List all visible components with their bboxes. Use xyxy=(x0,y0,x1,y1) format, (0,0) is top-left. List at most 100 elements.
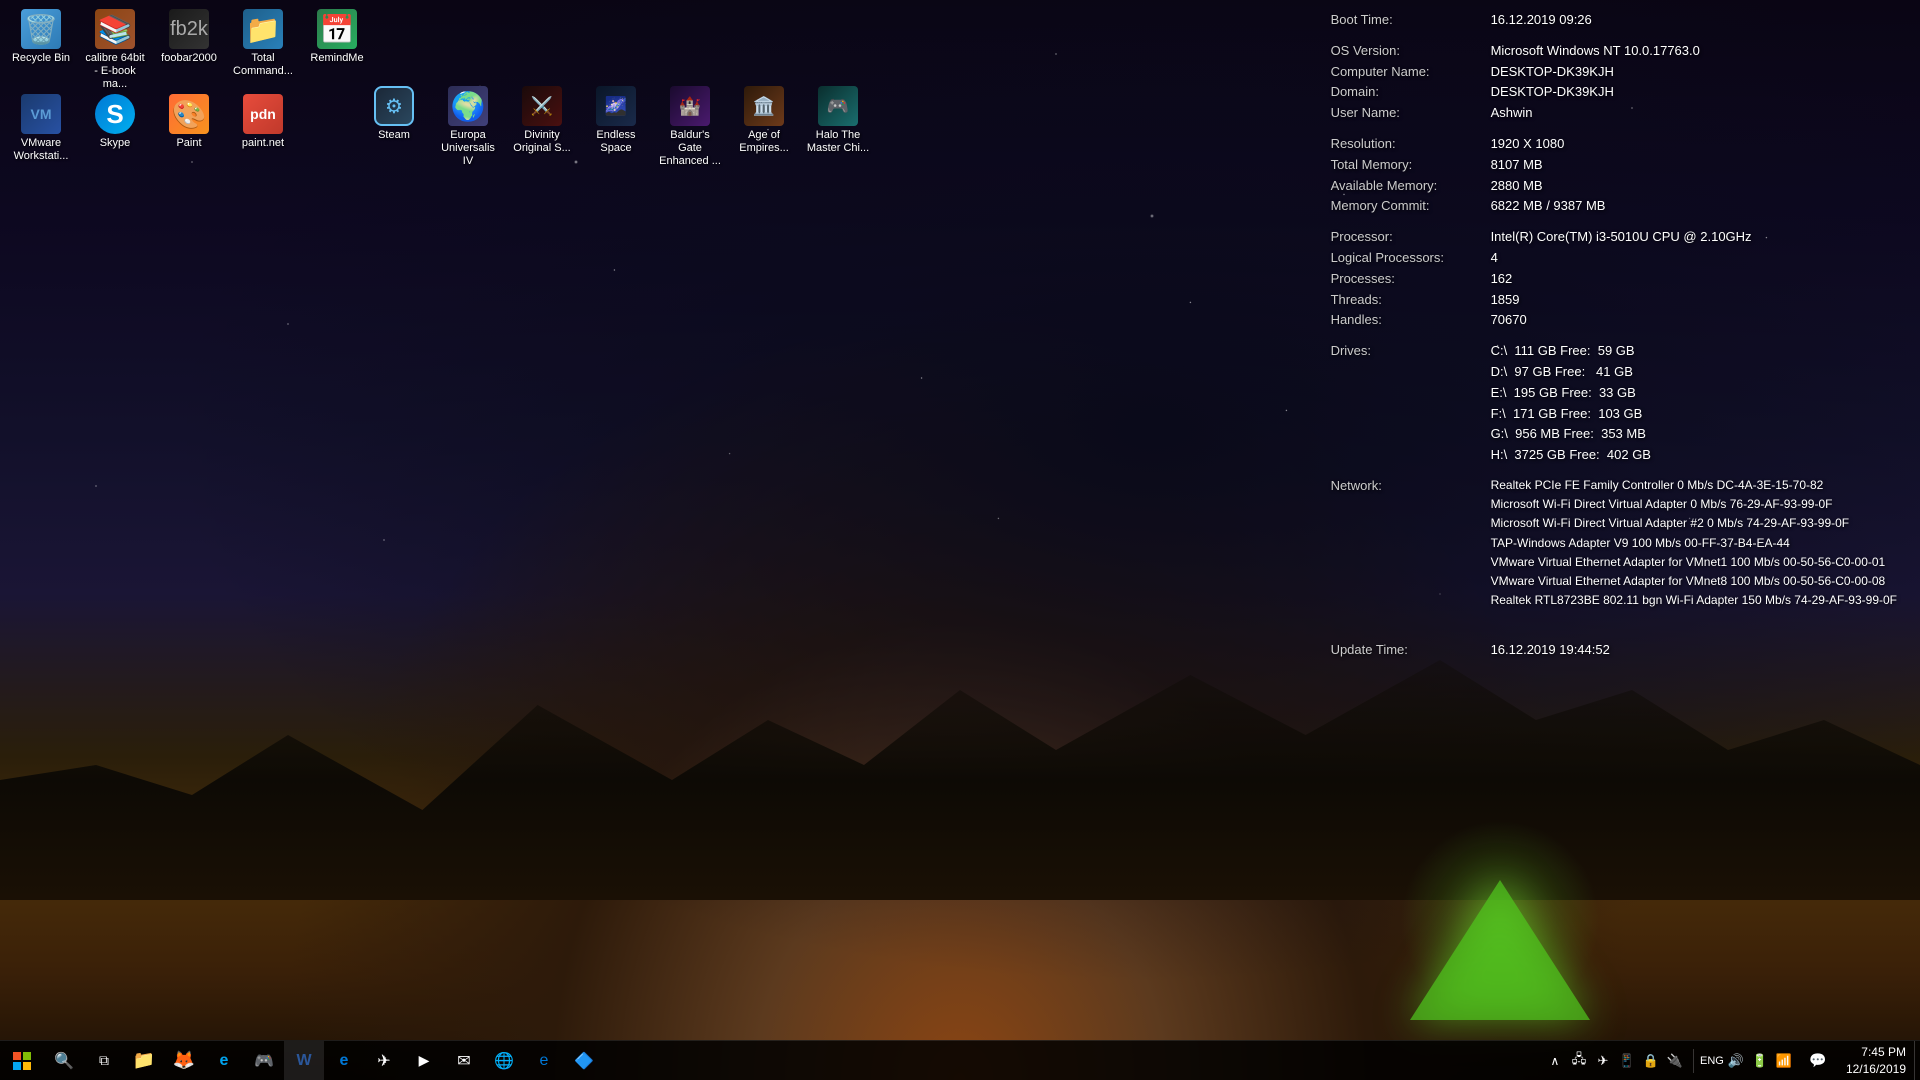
halo-icon[interactable]: 🎮 Halo The Master Chi... xyxy=(802,82,874,173)
paintnet-label: paint.net xyxy=(242,137,284,150)
tray-telegram-icon[interactable]: ✈ xyxy=(1593,1051,1613,1071)
clock-date: 12/16/2019 xyxy=(1846,1061,1906,1078)
baldurs-gate-icon[interactable]: 🏰 Baldur's Gate Enhanced ... xyxy=(654,82,726,173)
processor-value: Intel(R) Core(TM) i3-5010U CPU @ 2.10GHz xyxy=(1491,227,1905,248)
paintnet-img: pdn xyxy=(243,94,283,134)
task-view-button[interactable]: ⧉ xyxy=(84,1041,124,1080)
tray-app2-icon[interactable]: 🔒 xyxy=(1641,1051,1661,1071)
logical-processors-label: Logical Processors: xyxy=(1331,248,1491,269)
recycle-bin-img: 🗑️ xyxy=(21,9,61,49)
mail-taskbar-button[interactable]: ✉ xyxy=(444,1041,484,1080)
divinity-icon[interactable]: ⚔️ Divinity Original S... xyxy=(506,82,578,173)
windows-logo-icon xyxy=(13,1052,31,1070)
taskbar: 🔍 ⧉ 📁 🦊 e 🎮 W e ✈ ▶ ✉ 🌐 e 🔷 ∧ 🖧 ✈ 📱 🔒 🔌 … xyxy=(0,1040,1920,1080)
calibre-img: 📚 xyxy=(95,9,135,49)
taskbar-search-button[interactable]: 🔍 xyxy=(44,1041,84,1080)
tray-usb-icon[interactable]: 🔌 xyxy=(1665,1051,1685,1071)
handles-value: 70670 xyxy=(1491,310,1905,331)
europa-img: 🌍 xyxy=(448,86,488,126)
tray-volume-icon[interactable]: 🔊 xyxy=(1726,1051,1746,1071)
show-desktop-button[interactable] xyxy=(1914,1041,1920,1080)
edge-taskbar-button[interactable]: e xyxy=(324,1041,364,1080)
taskbar-clock[interactable]: 7:45 PM 12/16/2019 xyxy=(1838,1041,1914,1080)
logical-processors-value: 4 xyxy=(1491,248,1905,269)
tray-keyboard-icon[interactable]: ENG xyxy=(1702,1051,1722,1071)
total-commander-icon[interactable]: 📁 Total Command... xyxy=(227,5,299,96)
drives-label: Drives: xyxy=(1331,341,1491,466)
tray-network2-icon[interactable]: 📶 xyxy=(1774,1051,1794,1071)
telegram-taskbar-button[interactable]: ✈ xyxy=(364,1041,404,1080)
desktop-icons-row2: VM VMware Workstati... S Skype 🎨 Paint p… xyxy=(5,90,299,167)
vmware-icon[interactable]: VM VMware Workstati... xyxy=(5,90,77,167)
app3-taskbar-button[interactable]: 🎮 xyxy=(244,1041,284,1080)
tray-show-hidden-button[interactable]: ∧ xyxy=(1545,1051,1565,1071)
calibre-icon[interactable]: 📚 calibre 64bit - E-book ma... xyxy=(79,5,151,96)
system-tray: ∧ 🖧 ✈ 📱 🔒 🔌 ENG 🔊 🔋 📶 xyxy=(1541,1041,1798,1080)
network-label: Network: xyxy=(1331,476,1491,610)
skype-label: Skype xyxy=(100,137,131,150)
media-player-taskbar-button[interactable]: ▶ xyxy=(404,1041,444,1080)
clock-time: 7:45 PM xyxy=(1861,1044,1906,1061)
boot-time-label: Boot Time: xyxy=(1331,10,1491,31)
computer-name-label: Computer Name: xyxy=(1331,62,1491,83)
tray-separator xyxy=(1693,1049,1694,1073)
recycle-bin-icon[interactable]: 🗑️ Recycle Bin xyxy=(5,5,77,96)
desktop-icons-top-row: 🗑️ Recycle Bin 📚 calibre 64bit - E-book … xyxy=(5,5,373,96)
processor-label: Processor: xyxy=(1331,227,1491,248)
browser2-taskbar-button[interactable]: 🌐 xyxy=(484,1041,524,1080)
foobar-label: foobar2000 xyxy=(161,52,217,65)
vmware-label: VMware Workstati... xyxy=(9,137,73,163)
foobar-img: fb2k xyxy=(169,9,209,49)
vmware-img: VM xyxy=(21,94,61,134)
baldurs-gate-label: Baldur's Gate Enhanced ... xyxy=(658,129,722,169)
memory-commit-value: 6822 MB / 9387 MB xyxy=(1491,196,1905,217)
boot-time-value: 16.12.2019 09:26 xyxy=(1491,10,1905,31)
tray-app1-icon[interactable]: 📱 xyxy=(1617,1051,1637,1071)
resolution-label: Resolution: xyxy=(1331,134,1491,155)
tent-shape xyxy=(1410,870,1590,1020)
endless-space-img: 🌌 xyxy=(596,86,636,126)
edge-new-taskbar-button[interactable]: e xyxy=(524,1041,564,1080)
paint-img: 🎨 xyxy=(169,94,209,134)
endless-space-icon[interactable]: 🌌 Endless Space xyxy=(580,82,652,173)
europa-icon[interactable]: 🌍 Europa Universalis IV xyxy=(432,82,504,173)
memory-commit-label: Memory Commit: xyxy=(1331,196,1491,217)
ie-taskbar-button[interactable]: e xyxy=(204,1041,244,1080)
network-values: Realtek PCIe FE Family Controller 0 Mb/s… xyxy=(1491,476,1905,610)
skype-icon[interactable]: S Skype xyxy=(79,90,151,167)
firefox-taskbar-button[interactable]: 🦊 xyxy=(164,1041,204,1080)
paint-icon[interactable]: 🎨 Paint xyxy=(153,90,225,167)
steam-icon[interactable]: ⚙ Steam xyxy=(358,82,430,173)
user-name-label: User Name: xyxy=(1331,103,1491,124)
steam-label: Steam xyxy=(378,129,410,142)
action-center-button[interactable]: 💬 xyxy=(1798,1041,1838,1080)
system-info-panel: Boot Time: 16.12.2019 09:26 OS Version: … xyxy=(1331,10,1905,661)
divinity-img: ⚔️ xyxy=(522,86,562,126)
computer-name-value: DESKTOP-DK39KJH xyxy=(1491,62,1905,83)
threads-label: Threads: xyxy=(1331,290,1491,311)
os-version-value: Microsoft Windows NT 10.0.17763.0 xyxy=(1491,41,1905,62)
user-name-value: Ashwin xyxy=(1491,103,1905,124)
paintnet-icon[interactable]: pdn paint.net xyxy=(227,90,299,167)
total-memory-label: Total Memory: xyxy=(1331,155,1491,176)
calibre-label: calibre 64bit - E-book ma... xyxy=(83,52,147,92)
domain-value: DESKTOP-DK39KJH xyxy=(1491,82,1905,103)
word-taskbar-button[interactable]: W xyxy=(284,1041,324,1080)
start-button[interactable] xyxy=(0,1041,44,1080)
skype-img: S xyxy=(95,94,135,134)
halo-label: Halo The Master Chi... xyxy=(806,129,870,155)
steam-img: ⚙ xyxy=(374,86,414,126)
total-commander-label: Total Command... xyxy=(231,52,295,78)
foobar-icon[interactable]: fb2k foobar2000 xyxy=(153,5,225,96)
update-time-value: 16.12.2019 19:44:52 xyxy=(1491,640,1905,661)
domain-label: Domain: xyxy=(1331,82,1491,103)
tray-battery-icon[interactable]: 🔋 xyxy=(1750,1051,1770,1071)
os-version-label: OS Version: xyxy=(1331,41,1491,62)
tray-network-icon[interactable]: 🖧 xyxy=(1569,1051,1589,1071)
recycle-bin-label: Recycle Bin xyxy=(12,52,70,65)
update-time-label: Update Time: xyxy=(1331,640,1491,661)
file-explorer-taskbar-button[interactable]: 📁 xyxy=(124,1041,164,1080)
processes-label: Processes: xyxy=(1331,269,1491,290)
age-of-empires-icon[interactable]: 🏛️ Age of Empires... xyxy=(728,82,800,173)
app4-taskbar-button[interactable]: 🔷 xyxy=(564,1041,604,1080)
